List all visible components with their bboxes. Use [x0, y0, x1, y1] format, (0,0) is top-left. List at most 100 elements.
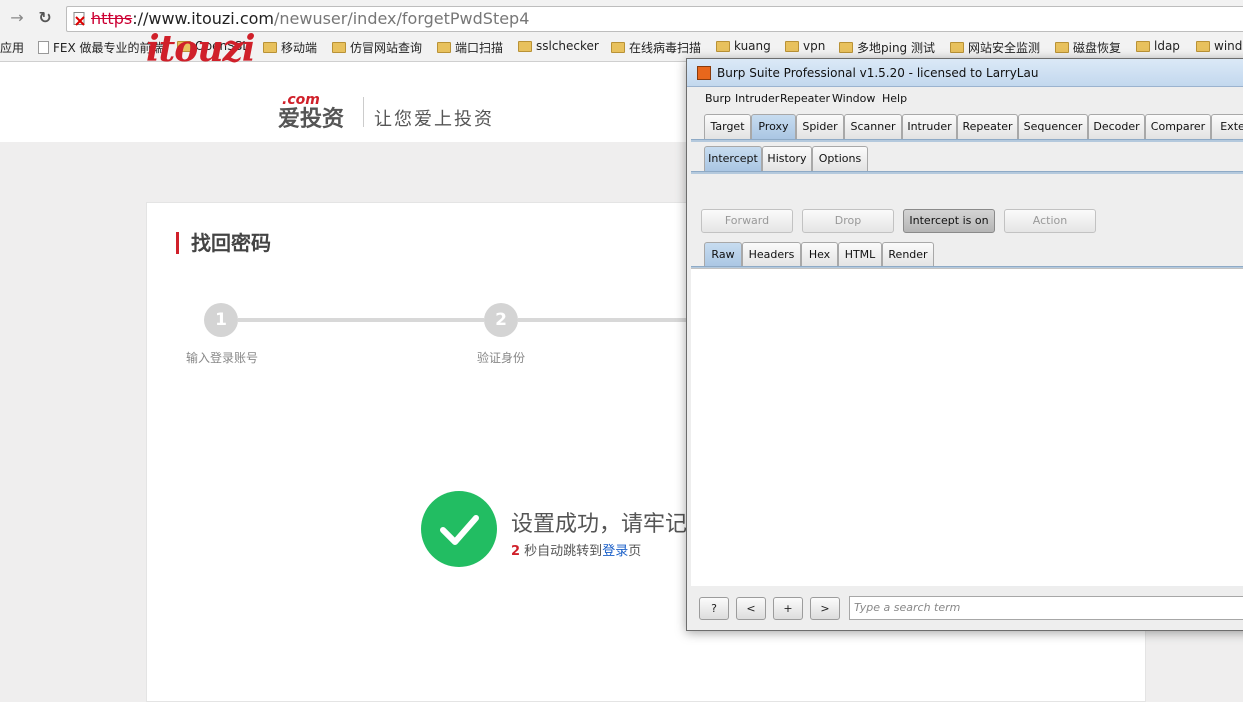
- intercept-toggle-button[interactable]: Intercept is on: [903, 209, 995, 233]
- step-connector: [238, 318, 484, 322]
- help-button[interactable]: ?: [699, 597, 729, 620]
- tab-extender[interactable]: Exten: [1211, 114, 1243, 139]
- bookmark-label: 应用: [0, 41, 25, 55]
- step-1-circle: 1: [204, 303, 238, 337]
- tab-raw[interactable]: Raw: [704, 242, 742, 267]
- bookmark-label: sslchecker: [536, 39, 599, 53]
- tab-sequencer[interactable]: Sequencer: [1018, 114, 1088, 139]
- tab-hex[interactable]: Hex: [801, 242, 838, 267]
- folder-icon: [518, 40, 532, 52]
- redirect-suffix: 页: [628, 544, 642, 559]
- menu-window[interactable]: Window: [832, 92, 875, 105]
- burp-titlebar[interactable]: Burp Suite Professional v1.5.20 - licens…: [687, 59, 1243, 87]
- bookmark-kuang[interactable]: kuang: [716, 39, 771, 53]
- bookmark-label: 磁盘恢复: [1073, 41, 1122, 55]
- bookmark-fex[interactable]: FEX 做最专业的前端: [38, 39, 164, 56]
- tab-headers[interactable]: Headers: [742, 242, 801, 267]
- menu-intruder[interactable]: Intruder: [735, 92, 779, 105]
- bookmark-label: 端口扫描: [455, 41, 504, 55]
- folder-icon: [1055, 42, 1069, 53]
- tab-scanner[interactable]: Scanner: [844, 114, 902, 139]
- folder-icon: [1136, 40, 1150, 52]
- success-message: 设置成功，请牢记: [511, 512, 688, 537]
- tab-decoder[interactable]: Decoder: [1088, 114, 1145, 139]
- redirect-countdown: 2: [511, 544, 521, 559]
- logo-chinese-name: 爱投资: [278, 107, 345, 132]
- bookmark-sitesec[interactable]: 网站安全监测: [950, 39, 1040, 56]
- search-input[interactable]: Type a search term: [849, 596, 1243, 620]
- site-slogan: 让您爱上投资: [374, 109, 494, 130]
- tab-repeater[interactable]: Repeater: [957, 114, 1018, 139]
- bookmark-virusscan[interactable]: 在线病毒扫描: [611, 39, 701, 56]
- step-2-label: 验证身份: [477, 351, 526, 365]
- bookmark-label: 仿冒网站查询: [350, 41, 423, 55]
- folder-icon: [332, 42, 346, 53]
- menu-burp[interactable]: Burp: [705, 92, 731, 105]
- bookmark-phishing[interactable]: 仿冒网站查询: [332, 39, 422, 56]
- burp-menubar: Burp Intruder Repeater Window Help: [691, 90, 1243, 108]
- step-1-label: 输入登录账号: [186, 351, 259, 365]
- redirect-text: 秒自动跳转到: [520, 544, 603, 559]
- tab-intercept[interactable]: Intercept: [704, 146, 762, 171]
- add-button[interactable]: +: [773, 597, 803, 620]
- forward-button[interactable]: Forward: [701, 209, 793, 233]
- next-button[interactable]: >: [810, 597, 840, 620]
- url-host: ://www.itouzi.com: [132, 9, 274, 28]
- bookmark-portscan[interactable]: 端口扫描: [437, 39, 503, 56]
- url-path: /newuser/index/forgetPwdStep4: [273, 9, 530, 28]
- tab-intruder[interactable]: Intruder: [902, 114, 957, 139]
- reload-icon[interactable]: ↻: [34, 7, 56, 29]
- bookmark-mobile[interactable]: 移动端: [263, 39, 317, 56]
- drop-button[interactable]: Drop: [802, 209, 894, 233]
- burp-suite-window: Burp Suite Professional v1.5.20 - licens…: [686, 58, 1243, 631]
- login-link[interactable]: 登录: [602, 544, 628, 559]
- forward-arrow-icon[interactable]: →: [6, 7, 28, 29]
- tab-render[interactable]: Render: [882, 242, 934, 267]
- tab-target[interactable]: Target: [704, 114, 751, 139]
- bookmark-ldap[interactable]: ldap: [1136, 39, 1180, 53]
- tab-spider[interactable]: Spider: [796, 114, 844, 139]
- tab-options[interactable]: Options: [812, 146, 868, 171]
- bookmark-sslchecker[interactable]: sslchecker: [518, 39, 599, 53]
- bookmark-diskrecover[interactable]: 磁盘恢复: [1055, 39, 1121, 56]
- folder-icon: [785, 40, 799, 52]
- folder-icon: [263, 42, 277, 53]
- folder-icon: [950, 42, 964, 53]
- folder-icon: [1196, 40, 1210, 52]
- burp-window-title: Burp Suite Professional v1.5.20 - licens…: [717, 66, 1039, 80]
- bookmark-ping[interactable]: 多地ping 测试: [839, 39, 935, 56]
- page-title: 找回密码: [176, 232, 271, 254]
- bookmark-label: ldap: [1154, 39, 1180, 53]
- previous-button[interactable]: <: [736, 597, 766, 620]
- subtab-strip-underline: [691, 171, 1243, 174]
- bookmark-label: 移动端: [281, 41, 318, 55]
- folder-icon: [437, 42, 451, 53]
- bookmark-label: kuang: [734, 39, 771, 53]
- folder-icon: [716, 40, 730, 52]
- tab-html[interactable]: HTML: [838, 242, 882, 267]
- folder-icon: [839, 42, 853, 53]
- bookmark-label: 多地ping 测试: [857, 41, 935, 55]
- menu-repeater[interactable]: Repeater: [780, 92, 830, 105]
- site-logo[interactable]: itouzi: [146, 28, 256, 70]
- tab-strip-underline: [691, 139, 1243, 142]
- tab-proxy[interactable]: Proxy: [751, 114, 796, 139]
- redirect-message: 2 秒自动跳转到登录页: [511, 540, 641, 559]
- bookmark-label: wind: [1214, 39, 1243, 53]
- success-check-icon: [421, 491, 497, 567]
- tab-comparer[interactable]: Comparer: [1145, 114, 1211, 139]
- page-icon: [38, 41, 49, 54]
- insecure-page-icon: [73, 12, 85, 26]
- bookmark-vpn[interactable]: vpn: [785, 39, 825, 53]
- bookmark-label: 网站安全监测: [968, 41, 1041, 55]
- bookmark-label: vpn: [803, 39, 826, 53]
- bookmark-apps[interactable]: 应用: [0, 39, 24, 56]
- bookmark-wind[interactable]: wind: [1196, 39, 1242, 53]
- step-connector: [518, 318, 698, 322]
- tab-history[interactable]: History: [762, 146, 812, 171]
- menu-help[interactable]: Help: [882, 92, 907, 105]
- folder-icon: [611, 42, 625, 53]
- step-2-circle: 2: [484, 303, 518, 337]
- request-editor[interactable]: [691, 268, 1243, 586]
- action-button[interactable]: Action: [1004, 209, 1096, 233]
